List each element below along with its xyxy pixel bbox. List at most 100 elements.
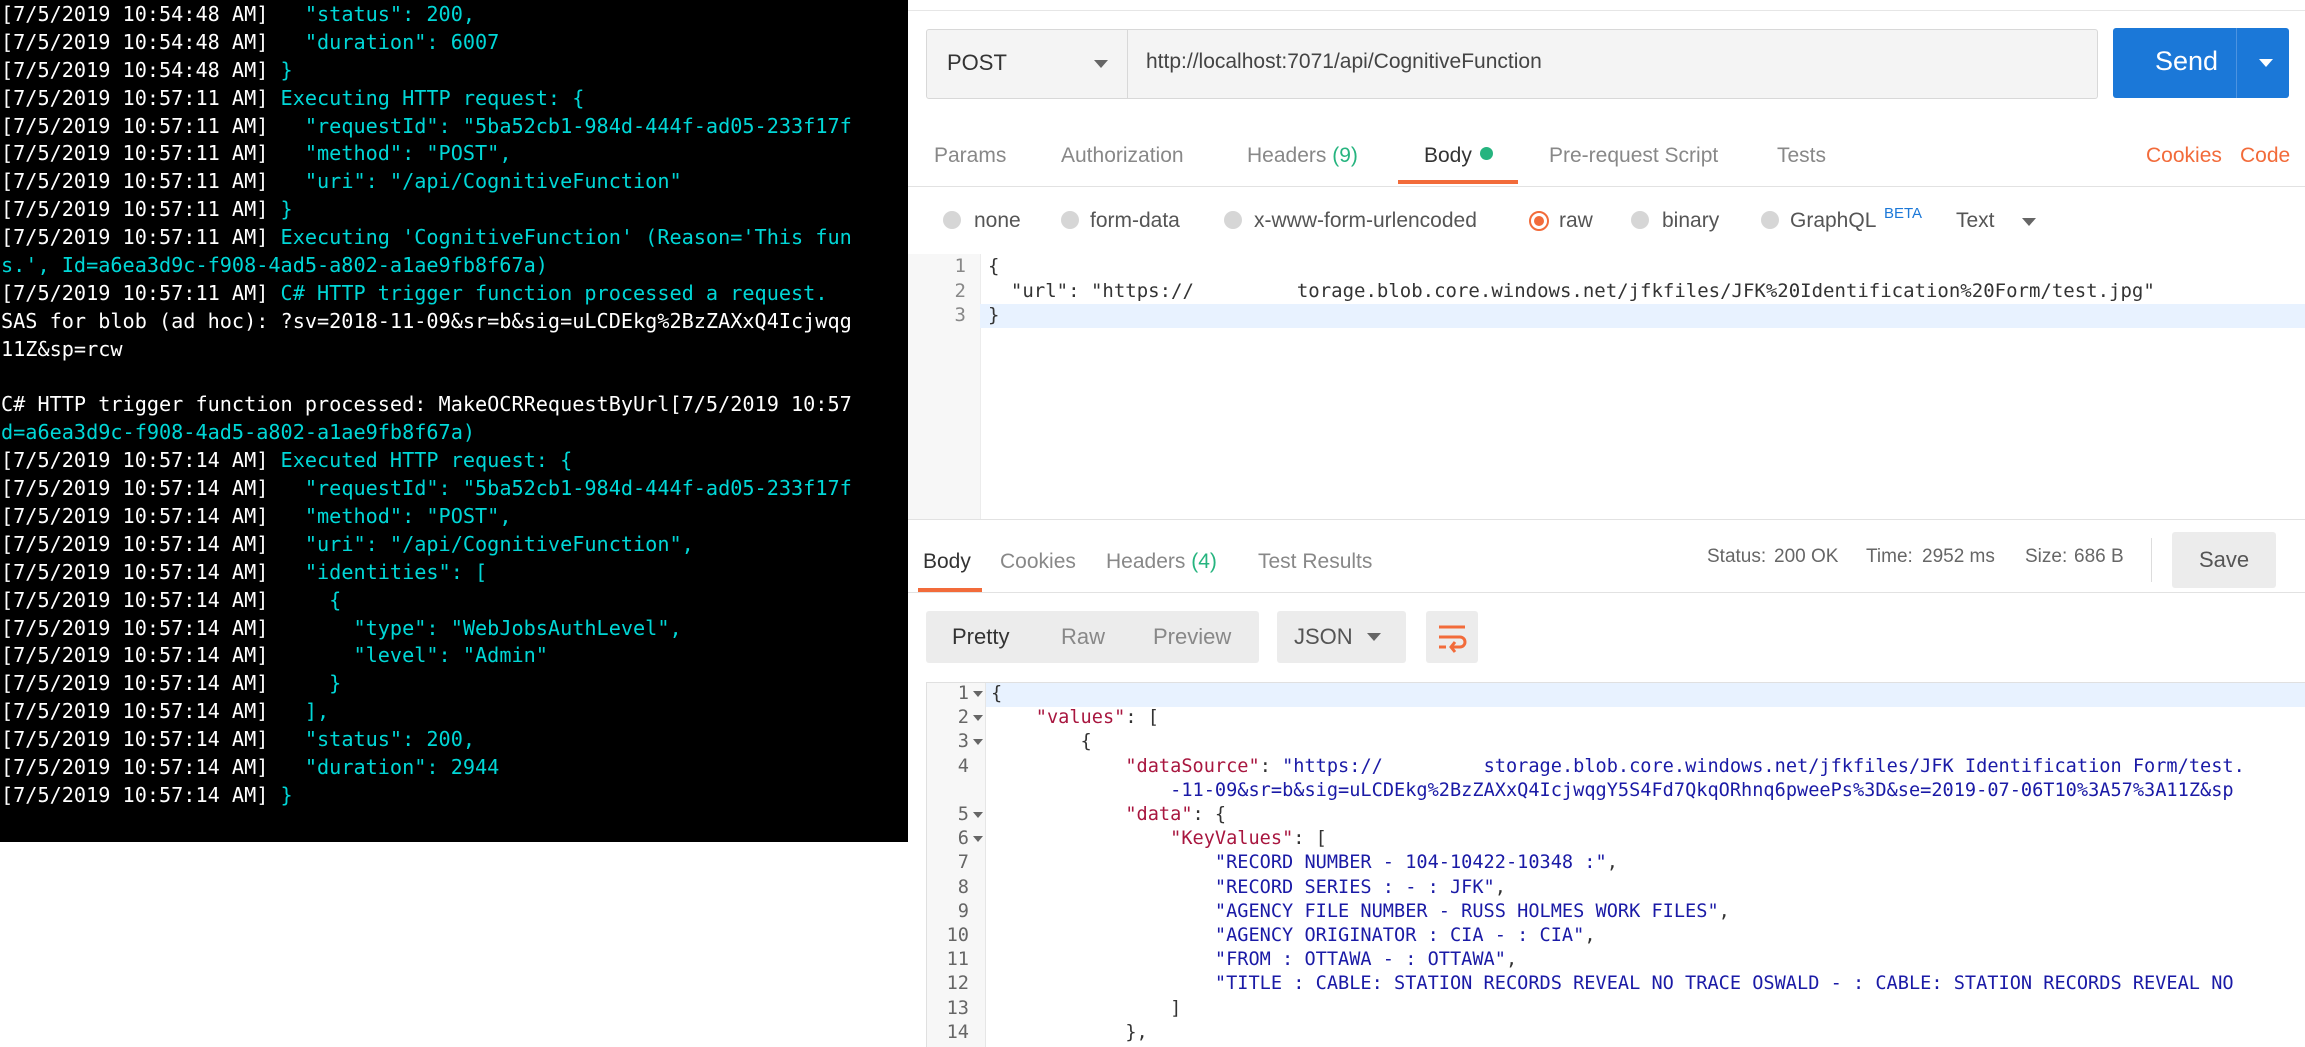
- tab-headers[interactable]: Headers (9): [1247, 144, 1358, 168]
- send-dropdown-icon[interactable]: [2259, 59, 2273, 67]
- url-input[interactable]: http://localhost:7071/api/CognitiveFunct…: [1146, 50, 1542, 74]
- log-text: "duration": 6007: [268, 29, 500, 54]
- log-timestamp: [7/5/2019 10:57:14 AM]: [1, 643, 269, 668]
- terminal-line: d=a6ea3d9c-f908-4ad5-a802-a1ae9fb8f67a): [0, 419, 908, 447]
- fold-toggle-icon[interactable]: [973, 812, 983, 818]
- log-timestamp: [7/5/2019 10:57:11 AM]: [1, 141, 269, 166]
- response-code: {: [991, 731, 1092, 753]
- size-label: Size:: [2025, 546, 2068, 567]
- wrap-icon: [1439, 625, 1467, 653]
- response-tab-headers[interactable]: Headers (4): [1106, 550, 1217, 574]
- method-select[interactable]: POST: [927, 30, 1128, 98]
- tab-tests[interactable]: Tests: [1777, 144, 1826, 168]
- terminal-line: [7/5/2019 10:57:14 AM] {: [0, 587, 908, 615]
- current-line-highlight: [980, 304, 2305, 328]
- response-line-number: 14: [946, 1021, 969, 1043]
- response-line-number: 1: [957, 683, 969, 704]
- log-timestamp: [7/5/2019 10:57:14 AM]: [1, 476, 269, 501]
- terminal-line: [7/5/2019 10:57:14 AM] }: [0, 782, 908, 810]
- radio-binary[interactable]: [1631, 211, 1649, 229]
- log-timestamp: [7/5/2019 10:57:14 AM]: [1, 755, 269, 780]
- terminal-window[interactable]: [7/5/2019 10:54:48 AM] "status": 200, [7/…: [0, 0, 908, 842]
- tab-params[interactable]: Params: [934, 144, 1006, 168]
- terminal-line: [7/5/2019 10:57:11 AM] }: [0, 196, 908, 224]
- terminal-line: [7/5/2019 10:57:14 AM] "status": 200,: [0, 726, 908, 754]
- radio-none-label: none: [974, 209, 1021, 232]
- status-divider: [2151, 538, 2152, 582]
- terminal-line: [7/5/2019 10:57:11 AM] "requestId": "5ba…: [0, 113, 908, 141]
- status-label: Status:: [1707, 546, 1767, 567]
- log-timestamp: [7/5/2019 10:57:14 AM]: [1, 531, 269, 556]
- log-text: d=a6ea3d9c-f908-4ad5-a802-a1ae9fb8f67a): [1, 420, 476, 445]
- wrap-lines-button[interactable]: [1426, 611, 1478, 663]
- tab-prerequest-script[interactable]: Pre-request Script: [1549, 144, 1718, 168]
- tab-body[interactable]: Body: [1424, 144, 1493, 168]
- line-number: 1: [954, 255, 966, 277]
- radio-form-data-label: form-data: [1090, 209, 1180, 232]
- text-type-chevron-icon[interactable]: [2022, 218, 2036, 226]
- tab-authorization[interactable]: Authorization: [1061, 144, 1184, 168]
- log-text: Executing 'CognitiveFunction' (Reason='T…: [268, 225, 852, 250]
- response-line-number: 9: [957, 900, 969, 922]
- response-code: {: [991, 683, 1003, 704]
- send-split-divider: [2236, 28, 2237, 98]
- radio-raw[interactable]: [1529, 211, 1549, 231]
- radio-form-data[interactable]: [1061, 211, 1079, 229]
- response-tab-body[interactable]: Body: [923, 550, 971, 574]
- terminal-line: s.', Id=a6ea3d9c-f908-4ad5-a802-a1ae9fb8…: [0, 252, 908, 280]
- log-timestamp: [7/5/2019 10:57:14 AM]: [1, 699, 269, 724]
- response-line: 9 "AGENCY FILE NUMBER - RUSS HOLMES WORK…: [927, 901, 2305, 925]
- response-code: "RECORD NUMBER - 104-10422-10348 :",: [1214, 852, 1618, 874]
- send-button[interactable]: Send: [2113, 28, 2289, 98]
- log-timestamp: [7/5/2019 10:54:48 AM]: [1, 2, 269, 26]
- beta-badge: BETA: [1884, 205, 1923, 222]
- radio-graphql[interactable]: [1761, 211, 1779, 229]
- time-label: Time:: [1866, 546, 1913, 567]
- response-line: 1{: [927, 683, 2305, 707]
- response-tab-test-results[interactable]: Test Results: [1258, 550, 1372, 574]
- log-text: "requestId": "5ba52cb1-984d-444f-ad05-23…: [268, 113, 852, 138]
- response-line-number: 10: [946, 925, 969, 946]
- format-raw[interactable]: Raw: [1061, 624, 1105, 650]
- time-value: 2952 ms: [1922, 546, 1995, 567]
- log-timestamp: [7/5/2019 10:57:14 AM]: [1, 504, 269, 529]
- top-strip: [908, 0, 2305, 11]
- radio-none[interactable]: [943, 211, 961, 229]
- size-value: 686 B: [2074, 546, 2124, 567]
- chevron-down-icon: [1094, 60, 1108, 68]
- json-type-select[interactable]: JSON: [1277, 611, 1406, 663]
- request-body-editor[interactable]: 1 {2 "url": "https:// torage.blob.core.wi…: [908, 254, 2305, 520]
- format-pretty[interactable]: Pretty: [952, 624, 1009, 650]
- fold-toggle-icon[interactable]: [973, 691, 983, 697]
- response-line: 14 },: [927, 1022, 2305, 1046]
- response-line-number: 13: [946, 997, 969, 1019]
- response-tab-cookies[interactable]: Cookies: [1000, 550, 1076, 574]
- log-text: SAS for blob (ad hoc): ?sv=2018-11-09&sr…: [1, 308, 852, 333]
- log-timestamp: [7/5/2019 10:57:14 AM]: [1, 448, 269, 473]
- fold-toggle-icon[interactable]: [973, 715, 983, 722]
- response-code: "RECORD SERIES : - : JFK",: [1214, 876, 1506, 898]
- cookies-link[interactable]: Cookies: [2146, 144, 2222, 168]
- log-timestamp: [7/5/2019 10:57:14 AM]: [1, 587, 269, 612]
- format-toggle: Pretty Raw Preview: [926, 611, 1259, 663]
- radio-urlencoded[interactable]: [1224, 211, 1242, 229]
- format-preview[interactable]: Preview: [1153, 624, 1231, 650]
- response-line: 8 "RECORD SERIES : - : JFK",: [927, 877, 2305, 901]
- response-line-number: 6: [957, 828, 969, 850]
- response-line: 6 "KeyValues": [: [927, 828, 2305, 852]
- request-tabs: Params Authorization Headers (9) Body Pr…: [908, 140, 2305, 187]
- code-link[interactable]: Code: [2240, 144, 2290, 168]
- response-line: 7 "RECORD NUMBER - 104-10422-10348 :",: [927, 852, 2305, 876]
- text-type-select[interactable]: Text: [1956, 209, 1995, 233]
- tab-headers-label: Headers: [1247, 144, 1327, 167]
- log-timestamp: [7/5/2019 10:57:11 AM]: [1, 197, 269, 222]
- terminal-line: [7/5/2019 10:57:14 AM] Executed HTTP req…: [0, 447, 908, 475]
- log-text: C# HTTP trigger function processed a req…: [268, 280, 828, 305]
- terminal-line: [7/5/2019 10:57:14 AM] "duration": 2944: [0, 754, 908, 782]
- fold-toggle-icon[interactable]: [973, 739, 983, 746]
- fold-toggle-icon[interactable]: [973, 836, 983, 843]
- save-response-button[interactable]: Save: [2172, 532, 2276, 588]
- response-code: -11-09&sr=b&sig=uLCDEkg%2BzZAXxQ4IcjwqgY…: [1170, 779, 2234, 801]
- response-body-viewer[interactable]: 1{2 "values": [3 {4 "dataSource": "https…: [926, 682, 2305, 1047]
